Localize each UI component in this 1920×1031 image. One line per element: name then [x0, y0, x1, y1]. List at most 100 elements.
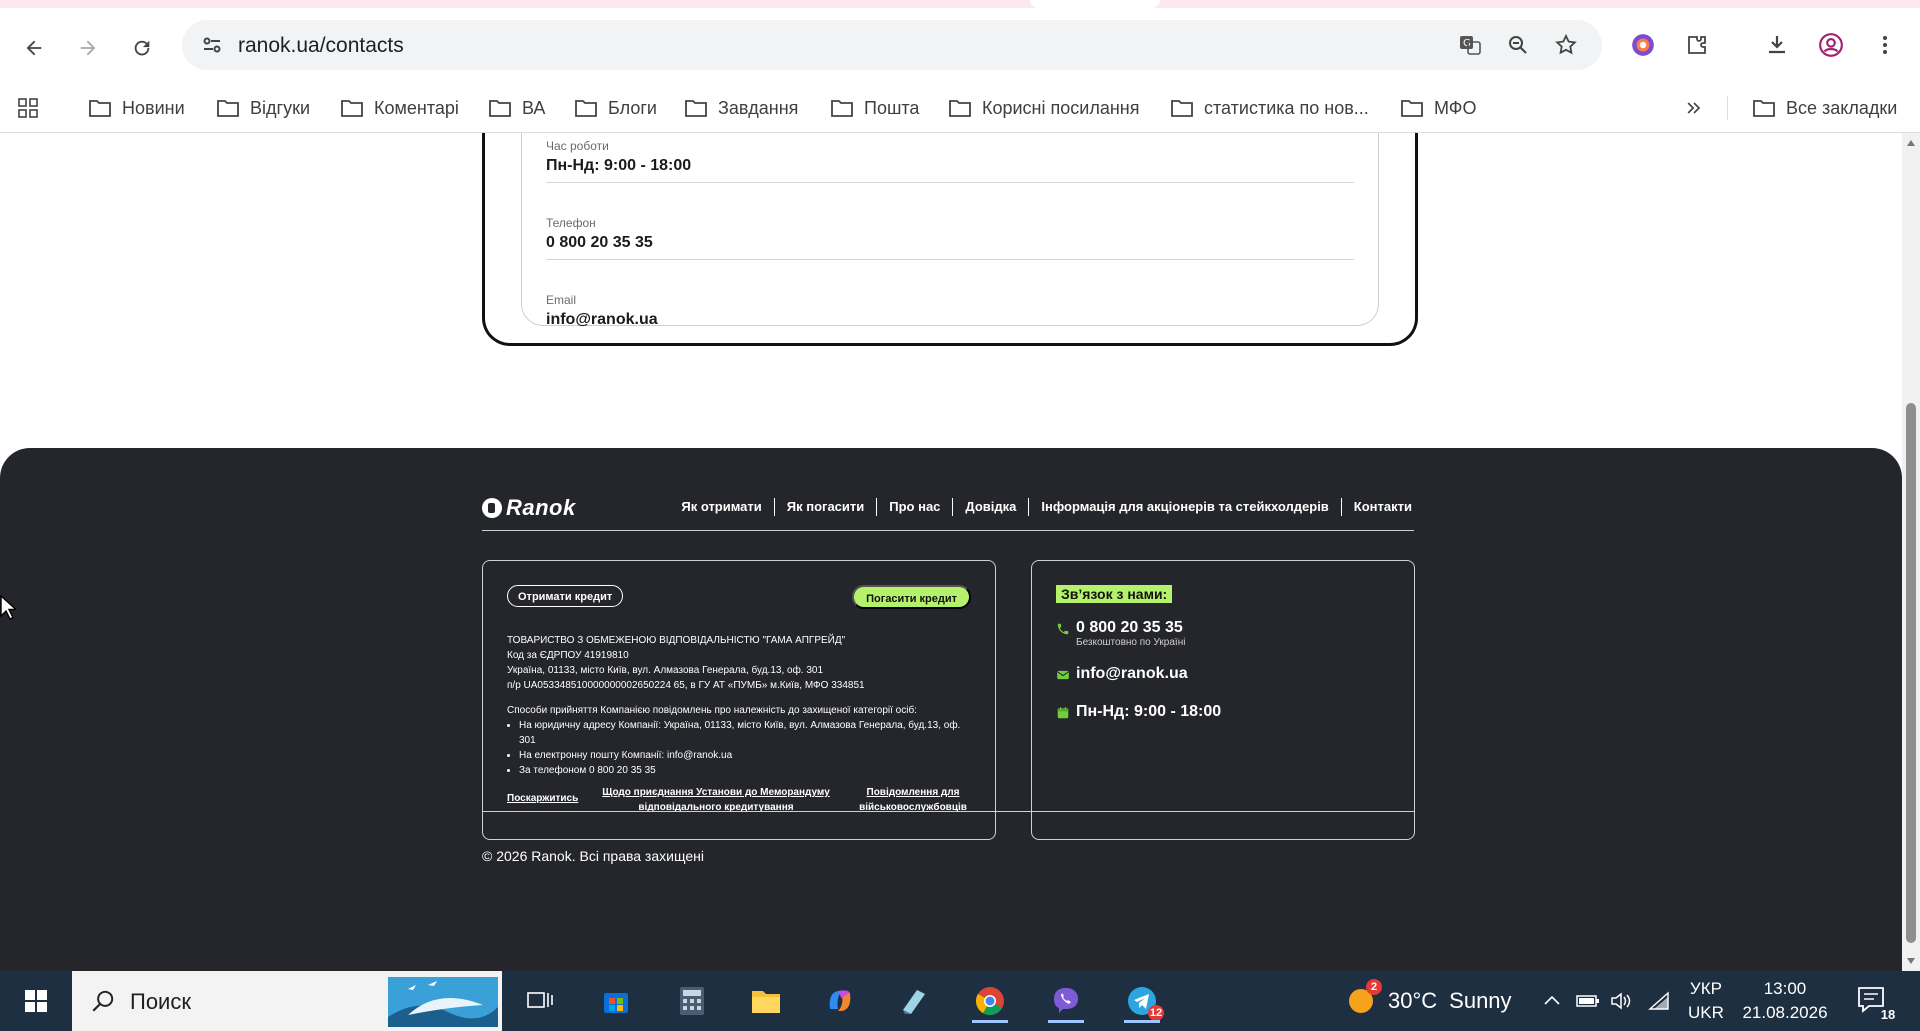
search-icon	[92, 990, 114, 1012]
nav-how-to-repay[interactable]: Як погасити	[775, 498, 878, 516]
divider	[546, 182, 1354, 183]
bookmark-star-icon[interactable]	[1554, 33, 1578, 57]
zoom-icon[interactable]	[1506, 33, 1530, 57]
nav-contacts[interactable]: Контакти	[1342, 498, 1412, 516]
copilot-icon	[829, 990, 851, 1011]
bookmark-folder[interactable]: Блоги	[574, 94, 657, 122]
list-item: На юридичну адресу Компанії: Україна, 01…	[519, 718, 977, 748]
bookmarks-overflow-chevron-icon[interactable]	[1684, 94, 1714, 122]
windows-taskbar: Поиск 12 2 30°C Sunny УКР UKR 13:00 21.0…	[0, 971, 1920, 1031]
scroll-down-icon[interactable]	[1906, 957, 1916, 965]
windows-logo-icon	[25, 990, 47, 1012]
bookmark-folder[interactable]: Корисні посилання	[948, 94, 1139, 122]
start-button[interactable]	[14, 979, 58, 1023]
copyright-text: © 2026 Ranok. Всі права захищені	[482, 848, 704, 864]
all-bookmarks-folder[interactable]: Все закладки	[1752, 94, 1897, 122]
file-explorer-app[interactable]	[744, 979, 788, 1023]
complain-link[interactable]: Поскаржитись	[507, 791, 578, 806]
viber-app[interactable]	[1044, 979, 1088, 1023]
downloads-icon[interactable]	[1762, 30, 1792, 60]
calendar-icon	[1057, 707, 1069, 719]
telegram-unread-badge: 12	[1148, 1005, 1164, 1021]
task-view-button[interactable]	[518, 979, 562, 1023]
contact-email-row[interactable]: info@ranok.ua	[1056, 665, 1188, 683]
notepad-icon	[903, 990, 925, 1014]
bookmark-folder[interactable]: Відгуки	[216, 94, 310, 122]
wifi-icon[interactable]	[1648, 989, 1672, 1013]
email-label: Email	[546, 293, 577, 307]
contact-fields: Час роботи Пн-Нд: 9:00 - 18:00 Телефон 0…	[521, 133, 1379, 329]
address-bar[interactable]: ranok.ua/contacts G	[182, 20, 1602, 70]
phone-value[interactable]: 0 800 20 35 35	[546, 234, 653, 252]
forward-button[interactable]	[70, 30, 106, 66]
calculator-app[interactable]	[670, 979, 714, 1023]
extension-color-icon[interactable]	[1628, 30, 1658, 60]
menu-kebab-icon[interactable]	[1870, 30, 1900, 60]
search-placeholder: Поиск	[130, 989, 191, 1014]
clock[interactable]: 13:00 21.08.2026	[1740, 977, 1830, 1025]
phone-label: Телефон	[546, 216, 596, 230]
url-text[interactable]: ranok.ua/contacts	[238, 34, 404, 58]
legal-info-card: Отримати кредит Погасити кредит ТОВАРИСТ…	[482, 560, 996, 840]
hours-label: Час роботи	[546, 139, 609, 153]
contact-phone-row[interactable]: 0 800 20 35 35 Безкоштовно по Україні	[1056, 619, 1185, 648]
scroll-up-icon[interactable]	[1906, 139, 1916, 147]
active-tab[interactable]	[1030, 0, 1160, 8]
page-scrollbar[interactable]	[1902, 133, 1920, 971]
ranok-logo[interactable]: Ranok	[482, 495, 576, 520]
nav-shareholders[interactable]: Інформація для акціонерів та стейкхолдер…	[1029, 498, 1342, 516]
volume-icon[interactable]	[1610, 989, 1634, 1013]
profile-icon[interactable]	[1816, 30, 1846, 60]
nav-help[interactable]: Довідка	[953, 498, 1030, 516]
folder-icon	[1753, 100, 1775, 117]
repay-credit-button[interactable]: Погасити кредит	[852, 585, 971, 609]
telegram-app[interactable]: 12	[1120, 979, 1164, 1023]
notes-app[interactable]	[892, 979, 936, 1023]
divider	[482, 811, 1414, 812]
calculator-icon	[680, 987, 704, 1015]
store-app[interactable]	[594, 979, 638, 1023]
protected-category-notice: Способи прийняття Компанією повідомлень …	[507, 703, 977, 778]
reload-button[interactable]	[124, 30, 160, 66]
phone-icon	[1057, 623, 1069, 635]
divider	[482, 530, 1414, 531]
site-info-icon[interactable]	[200, 33, 224, 57]
tray-chevron-up-icon[interactable]	[1540, 989, 1564, 1013]
weather-badge: 2	[1366, 979, 1382, 995]
scrollbar-thumb[interactable]	[1906, 403, 1916, 943]
extensions-puzzle-icon[interactable]	[1682, 30, 1712, 60]
battery-icon[interactable]	[1576, 989, 1600, 1013]
copilot-app[interactable]	[818, 979, 862, 1023]
bookmark-folder[interactable]: статистика по нов...	[1170, 94, 1369, 122]
weather-widget[interactable]: 2 30°C Sunny	[1346, 979, 1512, 1019]
nav-how-to-get[interactable]: Як отримати	[669, 498, 775, 516]
back-button[interactable]	[16, 30, 52, 66]
divider	[546, 259, 1354, 260]
forward-arrow-icon	[80, 40, 96, 56]
chrome-app[interactable]	[968, 979, 1012, 1023]
active-indicator	[1048, 1020, 1084, 1023]
folder-icon	[575, 100, 597, 117]
bookmark-folder[interactable]: Новини	[88, 94, 185, 122]
bookmark-folder[interactable]: МФО	[1400, 94, 1476, 122]
bookmark-folder[interactable]: ВА	[488, 94, 545, 122]
bookmark-folder[interactable]: Коментарі	[340, 94, 459, 122]
notification-center-button[interactable]: 18	[1856, 985, 1896, 1022]
folder-icon	[217, 100, 239, 117]
site-footer: Ranok Як отримати Як погасити Про нас До…	[0, 448, 1902, 971]
email-value[interactable]: info@ranok.ua	[546, 311, 658, 329]
language-indicator[interactable]: УКР UKR	[1688, 977, 1724, 1025]
get-credit-button[interactable]: Отримати кредит	[507, 585, 624, 607]
taskbar-search[interactable]: Поиск	[72, 971, 502, 1031]
translate-icon[interactable]: G	[1458, 33, 1482, 57]
contact-info-card: Час роботи Пн-Нд: 9:00 - 18:00 Телефон 0…	[482, 133, 1418, 346]
list-item: За телефоном 0 800 20 35 35	[519, 763, 977, 778]
bookmark-folder[interactable]: Завдання	[684, 94, 798, 122]
folder-icon	[949, 100, 971, 117]
browser-toolbar: ranok.ua/contacts G	[0, 8, 1920, 84]
apps-grid-icon[interactable]	[16, 94, 50, 122]
back-arrow-icon	[26, 40, 42, 56]
bookmark-folder[interactable]: Пошта	[830, 94, 919, 122]
nav-about[interactable]: Про нас	[877, 498, 954, 516]
active-indicator	[972, 1020, 1008, 1023]
